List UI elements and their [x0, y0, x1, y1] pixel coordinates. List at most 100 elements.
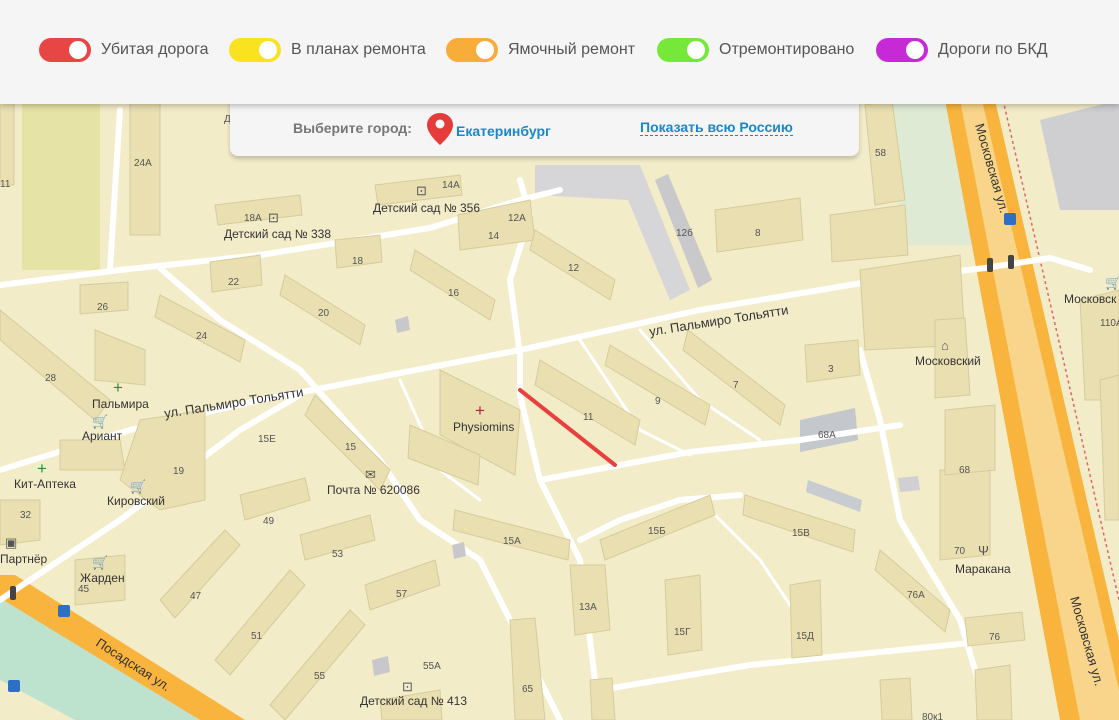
legend-label: В планах ремонта	[291, 41, 426, 58]
svg-text:110А: 110А	[1100, 318, 1119, 329]
pharmacy-icon: +	[113, 378, 123, 397]
svg-text:14А: 14А	[442, 180, 460, 191]
poi-partner[interactable]: Партнёр	[0, 552, 48, 566]
kindergarten-icon: ⊡	[402, 679, 413, 694]
svg-text:15А: 15А	[503, 536, 521, 547]
svg-text:70: 70	[954, 546, 966, 557]
svg-text:15Д: 15Д	[796, 631, 814, 642]
svg-text:26: 26	[97, 302, 109, 313]
toggle-repaired[interactable]	[657, 38, 709, 62]
bus-stop-icon[interactable]	[8, 680, 20, 692]
legend-item-pothole-repair[interactable]: Ямочный ремонт	[446, 37, 635, 63]
svg-text:20: 20	[318, 308, 330, 319]
toggle-knob	[687, 41, 705, 59]
poi-moskovsky[interactable]: Московский	[915, 354, 981, 368]
post-icon: ✉	[365, 467, 376, 482]
svg-text:15: 15	[345, 442, 357, 453]
svg-text:9: 9	[655, 396, 661, 407]
svg-text:14: 14	[488, 231, 500, 242]
toggle-pothole-repair[interactable]	[446, 38, 498, 62]
legend-label: Отремонтировано	[719, 41, 855, 58]
legend-label: Убитая дорога	[101, 41, 209, 58]
svg-text:12б: 12б	[676, 227, 693, 239]
shop-icon: 🛒	[92, 414, 108, 429]
sports-field	[22, 100, 100, 270]
traffic-light-icon	[1008, 255, 1014, 269]
svg-text:12А: 12А	[508, 213, 526, 224]
garage	[452, 542, 466, 559]
city-prompt: Выберите город:	[293, 120, 412, 136]
toggle-knob	[69, 41, 87, 59]
poi-post[interactable]: Почта № 620086	[327, 483, 420, 497]
toggle-knob	[259, 41, 277, 59]
medical-icon: +	[475, 401, 485, 420]
traffic-light-icon	[987, 258, 993, 272]
svg-text:65: 65	[522, 684, 534, 695]
svg-text:18А: 18А	[244, 213, 262, 224]
legend-item-planned-repair[interactable]: В планах ремонта	[229, 37, 426, 63]
poi-palmira[interactable]: Пальмира	[92, 397, 149, 411]
hotel-icon: ⌂	[941, 338, 949, 353]
city-selector-panel: Выберите город: Екатеринбург Показать вс…	[230, 96, 859, 156]
svg-text:45: 45	[78, 584, 90, 595]
svg-text:76А: 76А	[907, 590, 925, 601]
svg-text:28: 28	[45, 373, 57, 384]
legend-label: Ямочный ремонт	[508, 41, 636, 58]
poi-kindergarten-338[interactable]: Детский сад № 338	[224, 227, 331, 241]
svg-text:16: 16	[448, 288, 460, 299]
svg-text:80к1: 80к1	[922, 712, 943, 720]
toggle-bkd-roads[interactable]	[876, 38, 928, 62]
legend-item-bkd-roads[interactable]: Дороги по БКД	[876, 37, 1048, 63]
shop-icon: 🛒	[1105, 275, 1119, 290]
poi-ariant[interactable]: Ариант	[82, 429, 123, 443]
svg-text:15Г: 15Г	[674, 627, 691, 638]
location-pin-icon[interactable]	[426, 112, 454, 146]
svg-text:76: 76	[989, 632, 1001, 643]
poi-kirovsky[interactable]: Кировский	[107, 494, 165, 508]
toggle-damaged-road[interactable]	[39, 38, 91, 62]
show-all-russia-link[interactable]: Показать всю Россию	[640, 119, 793, 136]
poi-physiomins[interactable]: Physiomins	[453, 420, 514, 434]
legend-item-repaired[interactable]: Отремонтировано	[657, 37, 854, 63]
legend-item-damaged-road[interactable]: Убитая дорога	[39, 37, 208, 63]
poi-kindergarten-413[interactable]: Детский сад № 413	[360, 694, 467, 708]
svg-text:51: 51	[251, 631, 263, 642]
svg-text:18: 18	[352, 256, 364, 267]
kindergarten-icon: ⊡	[416, 183, 427, 198]
svg-text:53: 53	[332, 549, 344, 560]
poi-kindergarten-356[interactable]: Детский сад № 356	[373, 201, 480, 215]
svg-text:11: 11	[583, 412, 594, 423]
svg-text:8: 8	[755, 228, 761, 239]
pharmacy-icon: +	[37, 459, 47, 478]
svg-text:24А: 24А	[134, 158, 152, 169]
svg-text:15Б: 15Б	[648, 526, 666, 537]
svg-text:7: 7	[733, 380, 739, 391]
svg-text:11: 11	[0, 179, 11, 190]
svg-text:24: 24	[196, 331, 208, 342]
bus-stop-icon[interactable]	[58, 605, 70, 617]
bag-icon: ▣	[5, 535, 17, 550]
toggle-knob	[906, 41, 924, 59]
svg-text:55: 55	[314, 671, 326, 682]
shop-icon: 🛒	[92, 555, 108, 570]
toggle-planned-repair[interactable]	[229, 38, 281, 62]
svg-text:12: 12	[568, 263, 580, 274]
svg-text:32: 32	[20, 510, 32, 521]
city-name-link[interactable]: Екатеринбург	[456, 123, 551, 139]
restaurant-icon: Ψ	[978, 543, 989, 558]
svg-text:3: 3	[828, 364, 834, 375]
svg-text:13А: 13А	[579, 602, 597, 613]
poi-moskovsky-right[interactable]: Московск	[1064, 292, 1117, 306]
poi-maracana[interactable]: Маракана	[955, 562, 1011, 576]
svg-text:55А: 55А	[423, 661, 441, 672]
legend-bar: Убитая дорога В планах ремонта Ямочный р…	[0, 0, 1119, 104]
toggle-knob	[476, 41, 494, 59]
poi-zharden[interactable]: Жарден	[80, 571, 125, 585]
traffic-light-icon	[10, 586, 16, 600]
svg-text:68: 68	[959, 465, 971, 476]
bus-stop-icon[interactable]	[1004, 213, 1016, 225]
svg-text:15Е: 15Е	[258, 434, 276, 445]
svg-text:58: 58	[875, 148, 887, 159]
poi-kit-apteka[interactable]: Кит-Аптека	[14, 477, 76, 491]
garage	[898, 476, 920, 492]
